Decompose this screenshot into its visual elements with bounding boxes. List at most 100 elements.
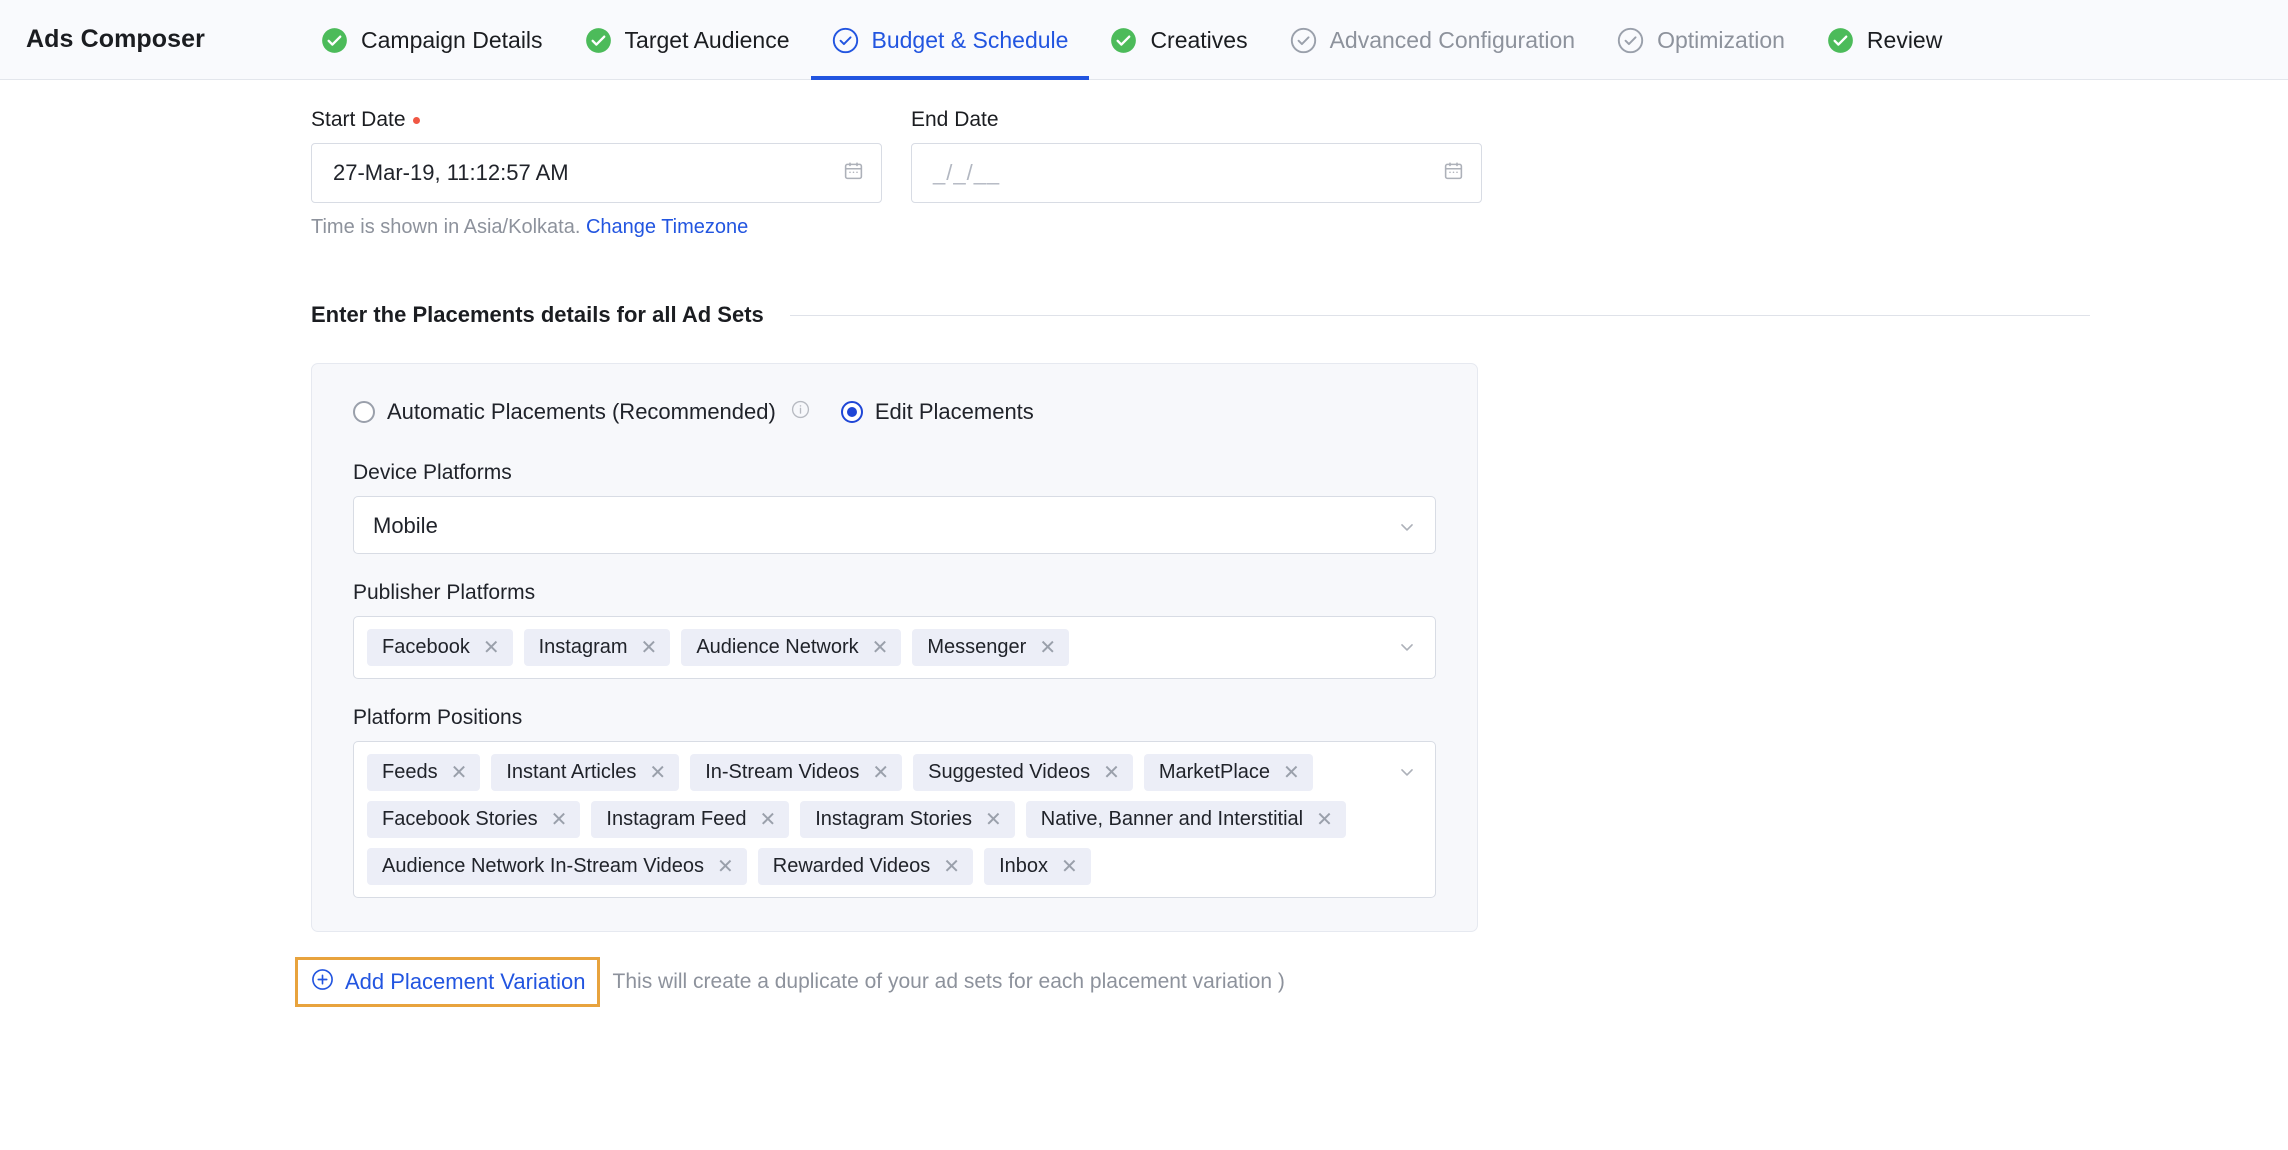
chip-remove-icon[interactable]: ✕ [872,638,889,658]
timezone-note: Time is shown in Asia/Kolkata. Change Ti… [0,216,2288,239]
info-icon[interactable] [788,399,810,425]
tab-label: Target Audience [624,26,790,53]
chip-label: In-Stream Videos [705,761,860,783]
device-platforms-label: Device Platforms [353,461,512,484]
check-circle-filled-icon [321,27,348,54]
required-indicator [412,116,420,124]
placement-mode-radio-group: Automatic Placements (Recommended) Edit … [339,399,1450,425]
add-placement-variation-row: Add Placement Variation This will create… [0,957,2288,1007]
check-circle-filled-icon [1827,27,1854,54]
tab-target-audience[interactable]: Target Audience [564,0,811,80]
chip-remove-icon[interactable]: ✕ [451,763,468,783]
platform-positions-select[interactable]: Feeds ✕ Instant Articles ✕ In-Stream Video… [353,741,1436,898]
chip[interactable]: MarketPlace ✕ [1143,754,1313,791]
calendar-icon[interactable] [1443,160,1464,186]
chip-remove-icon[interactable]: ✕ [551,810,568,830]
calendar-icon[interactable] [843,160,864,186]
chip[interactable]: Suggested Videos ✕ [913,754,1133,791]
chip[interactable]: Native, Banner and Interstitial ✕ [1025,801,1346,838]
tab-optimization[interactable]: Optimization [1596,0,1806,80]
end-date-label: End Date [911,108,999,131]
chip-remove-icon[interactable]: ✕ [1283,763,1300,783]
chip[interactable]: Feeds ✕ [367,754,481,791]
start-date-field: Start Date 27-Mar-19, 11:12:57 AM [311,108,882,203]
chip[interactable]: Inbox ✕ [984,848,1091,885]
tab-review[interactable]: Review [1806,0,1963,80]
end-date-input[interactable]: _/_/__ [911,143,1482,203]
check-circle-filled-icon [585,27,612,54]
chip-remove-icon[interactable]: ✕ [759,810,776,830]
publisher-platforms-chips: Facebook ✕ Instagram ✕ Audience Network ✕ M… [354,617,1419,678]
chip-remove-icon[interactable]: ✕ [943,857,960,877]
app-header: Ads Composer Campaign Details Target Aud… [0,0,2288,80]
chip[interactable]: Instagram Stories ✕ [800,801,1015,838]
date-fields-row: Start Date 27-Mar-19, 11:12:57 AM End Da… [0,80,2288,203]
radio-label: Edit Placements [874,399,1034,424]
chip-label: MarketPlace [1158,761,1271,783]
chip[interactable]: Instagram Feed ✕ [591,801,790,838]
radio-button-selected[interactable] [840,401,863,423]
chip-label: Audience Network [696,636,859,658]
check-circle-filled-icon [1110,27,1137,54]
chip[interactable]: Instant Articles ✕ [491,754,680,791]
chip[interactable]: Audience Network ✕ [681,629,902,666]
add-placement-variation-button[interactable]: Add Placement Variation [295,957,600,1007]
chip[interactable]: Messenger ✕ [912,629,1070,666]
chip-remove-icon[interactable]: ✕ [1316,810,1333,830]
tab-budget-schedule[interactable]: Budget & Schedule [810,0,1090,80]
tab-label: Campaign Details [361,26,543,53]
add-placement-variation-note: This will create a duplicate of your ad … [612,970,1285,993]
chip-label: Instant Articles [506,761,637,783]
chip-label: Messenger [927,636,1027,658]
check-circle-outline-icon [832,27,859,54]
tab-creatives[interactable]: Creatives [1089,0,1268,80]
chip-label: Suggested Videos [928,761,1091,783]
chip-remove-icon[interactable]: ✕ [641,638,658,658]
chip-remove-icon[interactable]: ✕ [1039,638,1056,658]
chip-label: Native, Banner and Interstitial [1040,808,1304,830]
chip-label: Rewarded Videos [772,855,931,877]
tab-label: Optimization [1657,26,1785,53]
timezone-text: Time is shown in Asia/Kolkata. [311,216,581,238]
add-placement-variation-label: Add Placement Variation [345,969,586,994]
start-date-input[interactable]: 27-Mar-19, 11:12:57 AM [311,143,882,203]
tab-advanced-configuration[interactable]: Advanced Configuration [1269,0,1597,80]
chip-remove-icon[interactable]: ✕ [872,763,889,783]
end-date-field: End Date _/_/__ [911,108,1482,203]
chip-remove-icon[interactable]: ✕ [985,810,1002,830]
device-platforms-field: Device Platforms Mobile [339,461,1450,554]
device-platforms-value: Mobile [373,513,438,538]
chip-label: Feeds [382,761,438,783]
radio-edit-placements[interactable]: Edit Placements [840,399,1034,425]
page-content: Start Date 27-Mar-19, 11:12:57 AM End Da… [0,80,2288,1007]
platform-positions-chips: Feeds ✕ Instant Articles ✕ In-Stream Video… [354,742,1419,897]
check-circle-outline-icon [1617,27,1644,54]
publisher-platforms-field: Publisher Platforms Facebook ✕ Instagram ✕… [339,581,1450,679]
chip-label: Audience Network In-Stream Videos [382,855,705,877]
chip-remove-icon[interactable]: ✕ [649,763,666,783]
tab-label: Review [1866,26,1943,53]
radio-button[interactable] [353,401,375,423]
platform-positions-field: Platform Positions Feeds ✕ Instant Articl… [339,706,1450,898]
device-platforms-select[interactable]: Mobile [353,496,1436,554]
change-timezone-link[interactable]: Change Timezone [586,216,748,238]
chip-remove-icon[interactable]: ✕ [1061,857,1078,877]
tab-label: Budget & Schedule [871,26,1069,53]
tab-campaign-details[interactable]: Campaign Details [300,0,564,80]
chip[interactable]: In-Stream Videos ✕ [690,754,903,791]
radio-automatic-placements[interactable]: Automatic Placements (Recommended) [353,399,810,425]
chip-label: Instagram Stories [815,808,972,830]
chip[interactable]: Instagram ✕ [523,629,671,666]
chip-remove-icon[interactable]: ✕ [483,638,500,658]
chip[interactable]: Audience Network In-Stream Videos ✕ [367,848,747,885]
chip-label: Facebook [382,636,470,658]
chip-remove-icon[interactable]: ✕ [1103,763,1120,783]
tab-label: Creatives [1150,26,1248,53]
chip[interactable]: Facebook ✕ [367,629,513,666]
publisher-platforms-select[interactable]: Facebook ✕ Instagram ✕ Audience Network ✕ M… [353,616,1436,679]
end-date-placeholder: _/_/__ [933,160,1001,185]
chip-remove-icon[interactable]: ✕ [717,857,734,877]
chip[interactable]: Rewarded Videos ✕ [757,848,974,885]
chip[interactable]: Facebook Stories ✕ [367,801,581,838]
tab-label: Advanced Configuration [1329,26,1576,53]
